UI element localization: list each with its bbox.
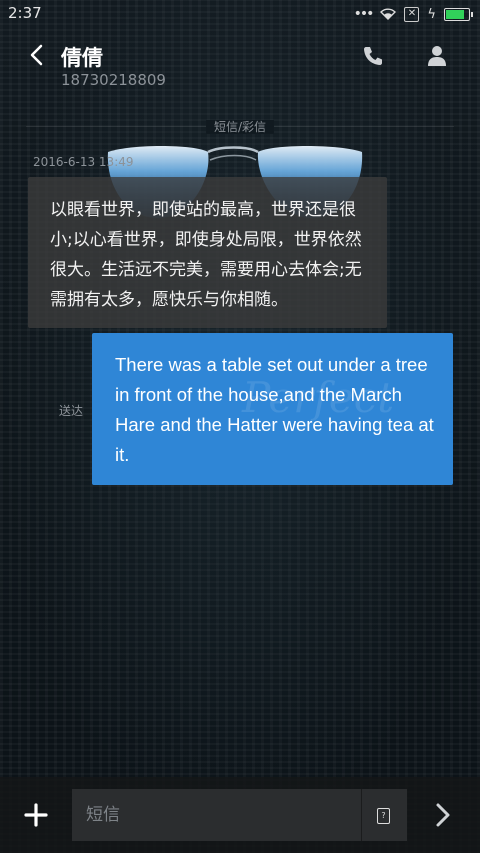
sms-type-label: 短信/彩信 xyxy=(0,118,480,135)
battery-icon xyxy=(444,7,473,21)
sim-card-icon: ? xyxy=(377,808,390,824)
message-input[interactable] xyxy=(72,789,362,841)
sms-type-text: 短信/彩信 xyxy=(205,120,275,134)
person-icon[interactable] xyxy=(427,45,447,67)
charging-icon: ϟ xyxy=(427,6,436,22)
status-icons: ••• ✕ ϟ xyxy=(353,6,473,22)
outgoing-message-text: There was a table set out under a tree i… xyxy=(115,354,434,465)
status-bar: 2:37 ••• ✕ ϟ xyxy=(0,0,480,28)
plus-icon[interactable] xyxy=(24,803,48,827)
incoming-message-text: 以眼看世界，即使站的最高，世界还是很小;以心看世界，即使身处局限，世界依然很大。… xyxy=(50,200,362,310)
outgoing-message-bubble[interactable]: Perfect There was a table set out under … xyxy=(92,333,453,485)
more-dots-icon: ••• xyxy=(353,6,375,22)
sim-select-button[interactable]: ? xyxy=(362,789,407,841)
status-time: 2:37 xyxy=(8,4,42,22)
incoming-message-bubble[interactable]: 以眼看世界，即使站的最高，世界还是很小;以心看世界，即使身处局限，世界依然很大。… xyxy=(28,177,387,328)
phone-icon[interactable] xyxy=(362,45,384,67)
contact-name: 倩倩 xyxy=(61,46,103,70)
contact-number: 18730218809 xyxy=(61,71,166,89)
sim-disabled-icon: ✕ xyxy=(404,6,420,22)
sent-status: 送达 xyxy=(59,404,84,418)
chevron-right-icon[interactable] xyxy=(434,802,452,828)
wifi-icon xyxy=(380,8,397,20)
chevron-left-icon[interactable] xyxy=(28,44,46,66)
battery-level xyxy=(446,9,465,19)
message-timestamp: 2016-6-13 13:49 xyxy=(33,155,134,169)
